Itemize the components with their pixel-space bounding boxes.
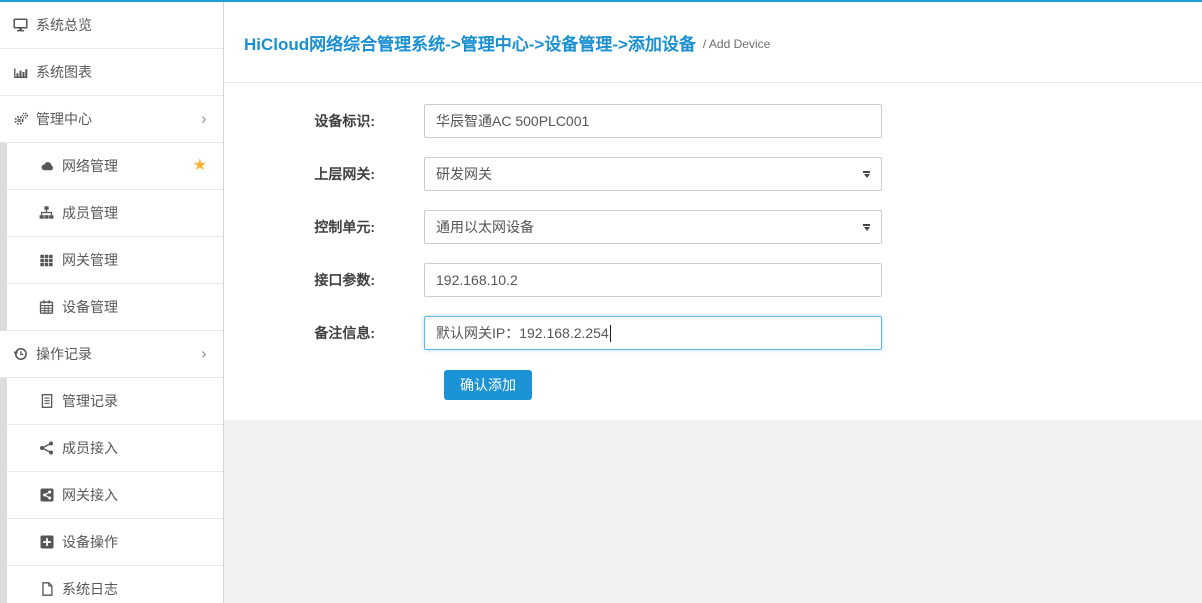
sidebar-item-management-records[interactable]: 管理记录 [0,378,223,425]
control-unit-label: 控制单元: [244,217,375,237]
control-unit-select[interactable]: 通用以太网设备 [424,210,882,244]
share-icon [38,441,55,455]
sidebar-item-system-logs[interactable]: 系统日志 [0,566,223,603]
sidebar-item-gateway-management[interactable]: 网关管理 [0,237,223,284]
form-row-remark: 备注信息: 默认网关IP：192.168.2.254 [244,316,1202,350]
interface-params-label: 接口参数: [244,270,375,290]
file-icon [38,582,55,596]
sidebar-item-label: 网关接入 [62,485,118,505]
sidebar-item-label: 网络管理 [62,156,118,176]
remark-field-value: 默认网关IP：192.168.2.254 [436,323,609,343]
text-cursor [610,325,611,342]
sidebar-item-label: 网关管理 [62,250,118,270]
gears-icon [12,112,29,126]
sidebar-item-operation-records[interactable]: 操作记录 › [0,331,223,378]
breadcrumb-suffix: / Add Device [703,37,770,51]
chevron-right-icon: › [201,345,207,362]
grid-icon [38,253,55,267]
device-id-field[interactable] [424,104,882,138]
sidebar-item-device-operations[interactable]: 设备操作 [0,519,223,566]
interface-params-field[interactable] [424,263,882,297]
sidebar-item-label: 设备操作 [62,532,118,552]
desktop-icon [12,18,29,32]
cloud-icon [38,159,55,173]
breadcrumb: HiCloud网络综合管理系统->管理中心->设备管理->添加设备 [244,30,696,55]
device-id-label: 设备标识: [244,111,375,131]
sidebar-item-system-overview[interactable]: 系统总览 [0,2,223,49]
main-content: HiCloud网络综合管理系统->管理中心->设备管理->添加设备 / Add … [224,2,1202,603]
parent-gateway-selected-value: 研发网关 [436,164,492,184]
sidebar-item-member-management[interactable]: 成员管理 [0,190,223,237]
chevron-right-icon: › [201,110,207,127]
add-device-form: 设备标识: 上层网关: 研发网关 控制单元: 通用以太网设备 接口参数: 备注信… [224,83,1202,420]
remark-field[interactable]: 默认网关IP：192.168.2.254 [424,316,882,350]
sidebar-item-label: 成员接入 [62,438,118,458]
calendar-icon [38,300,55,314]
dropdown-caret-icon [863,224,870,231]
sidebar-item-label: 管理记录 [62,391,118,411]
sidebar-item-label: 系统日志 [62,579,118,599]
form-row-device-id: 设备标识: [244,104,1202,138]
parent-gateway-label: 上层网关: [244,164,375,184]
remark-label: 备注信息: [244,323,375,343]
sidebar-item-network-management[interactable]: 网络管理 ★ [0,143,223,190]
form-row-control-unit: 控制单元: 通用以太网设备 [244,210,1202,244]
form-row-parent-gateway: 上层网关: 研发网关 [244,157,1202,191]
history-icon [12,347,29,361]
page-header: HiCloud网络综合管理系统->管理中心->设备管理->添加设备 / Add … [224,2,1202,83]
sidebar-item-label: 管理中心 [36,109,92,129]
sidebar-item-device-management[interactable]: 设备管理 [0,284,223,331]
top-accent-bar [0,0,1202,2]
sidebar-item-label: 设备管理 [62,297,118,317]
parent-gateway-select[interactable]: 研发网关 [424,157,882,191]
control-unit-selected-value: 通用以太网设备 [436,217,534,237]
sidebar-item-label: 系统图表 [36,62,92,82]
share-square-icon [38,488,55,502]
dropdown-caret-icon [863,171,870,178]
plus-square-icon [38,535,55,549]
sidebar-item-member-access[interactable]: 成员接入 [0,425,223,472]
form-row-interface-params: 接口参数: [244,263,1202,297]
sidebar: 系统总览 系统图表 管理中心 › 网络管理 ★ 成员管理 网关管理 [0,2,224,603]
confirm-add-button[interactable]: 确认添加 [444,370,532,400]
file-text-icon [38,394,55,408]
sidebar-item-gateway-access[interactable]: 网关接入 [0,472,223,519]
sidebar-item-label: 成员管理 [62,203,118,223]
sitemap-icon [38,206,55,220]
sidebar-item-label: 系统总览 [36,15,92,35]
form-actions: 确认添加 [444,370,1202,400]
favorite-star-icon[interactable]: ★ [193,158,207,174]
sidebar-item-label: 操作记录 [36,344,92,364]
sidebar-item-system-charts[interactable]: 系统图表 [0,49,223,96]
sidebar-item-management-center[interactable]: 管理中心 › [0,96,223,143]
bar-chart-icon [12,65,29,79]
